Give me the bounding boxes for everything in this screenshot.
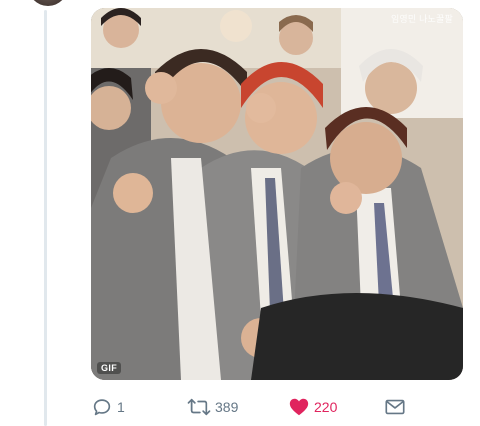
gif-badge: GIF [97, 362, 122, 374]
tweet-media-gif[interactable]: 임영민 나노꿀팔 GIF [91, 8, 463, 380]
media-watermark: 임영민 나노꿀팔 [390, 14, 453, 24]
like-button[interactable]: 220 [288, 394, 337, 420]
thread-line [44, 10, 47, 426]
heart-icon [289, 398, 309, 416]
author-avatar[interactable] [28, 0, 68, 6]
retweet-button[interactable]: 389 [187, 394, 238, 420]
reply-button[interactable]: 1 [91, 394, 125, 420]
retweet-icon [187, 398, 211, 416]
direct-message-button[interactable] [384, 394, 406, 420]
envelope-icon [385, 399, 405, 415]
retweet-count: 389 [215, 399, 239, 415]
tweet-actions: 1 389 220 [91, 394, 421, 420]
like-count: 220 [314, 399, 338, 415]
reply-icon [93, 399, 111, 416]
gif-frame-illustration [91, 8, 463, 380]
reply-count: 1 [117, 399, 125, 415]
